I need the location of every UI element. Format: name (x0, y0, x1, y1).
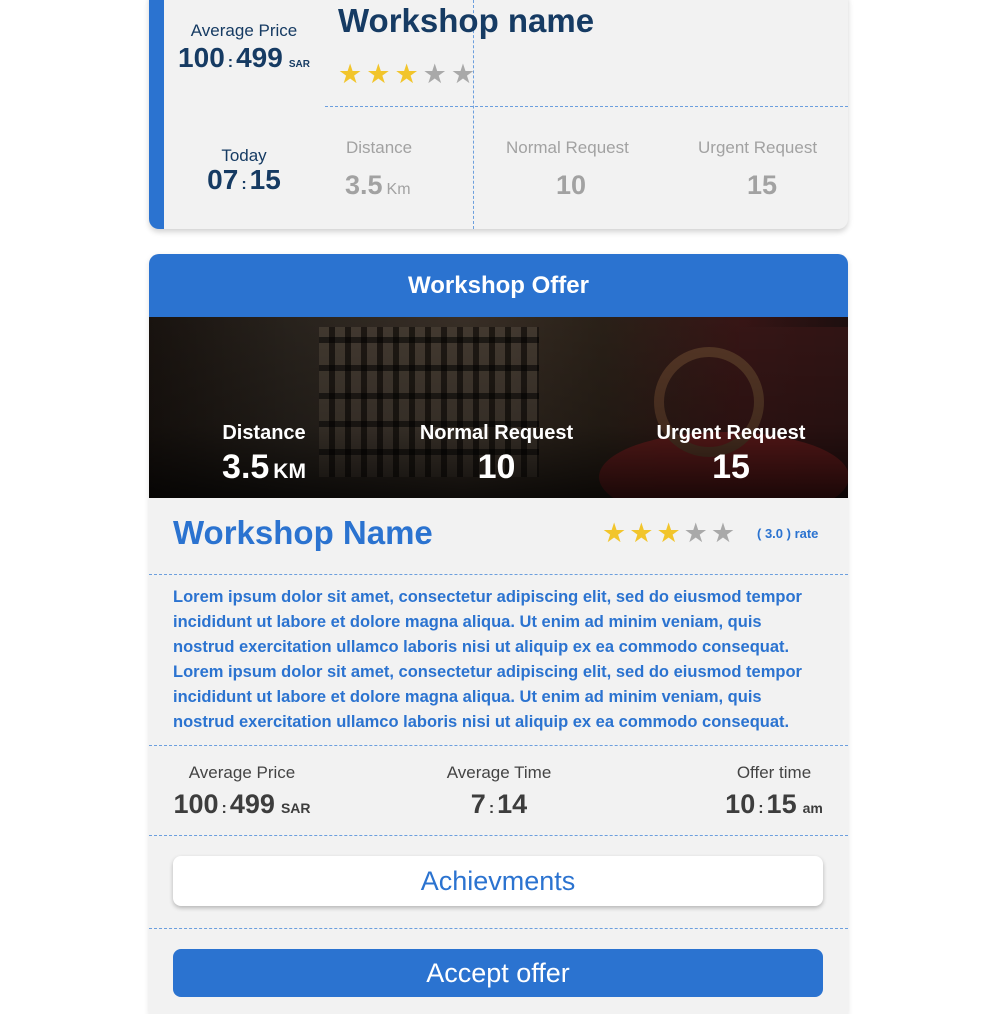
offer-rating-stars: ★ ★ ★ ★ ★ (602, 520, 735, 547)
star-icon: ★ (629, 518, 654, 548)
workshop-name: Workshop Name (173, 514, 433, 551)
star-icon: ★ (366, 59, 391, 89)
avg-time-value: 7:14 (470, 789, 528, 819)
normal-request-label: Normal Request (506, 138, 629, 157)
avg-price-label: Average Price (188, 763, 296, 782)
star-icon: ★ (394, 59, 419, 89)
hero-urgent-label: Urgent Request (656, 422, 806, 444)
price-min: 100 (178, 42, 225, 73)
hero-distance-value: 3.5 KM (222, 448, 306, 486)
workshop-description: Lorem ipsum dolor sit amet, consectetur … (173, 588, 802, 731)
workshop-hero-image: Distance 3.5 KM Normal Request 10 Urgent … (149, 317, 848, 498)
offer-time-metric: Offer time 10:15 am (709, 763, 839, 820)
star-icon: ★ (422, 59, 447, 89)
today-label: Today (221, 146, 267, 165)
distance-unit: Km (386, 181, 411, 198)
star-icon: ★ (710, 518, 736, 548)
accept-offer-button[interactable]: Accept offer (173, 949, 823, 997)
distance-value: 3.5 Km (345, 170, 411, 201)
hero-urgent-value: 15 (712, 448, 750, 486)
achievements-button[interactable]: Achievments (173, 856, 823, 906)
hero-distance: Distance 3.5 KM (189, 422, 339, 487)
hero-normal-label: Normal Request (419, 422, 574, 444)
average-price-value: 100:499 SAR (149, 42, 339, 74)
avg-time-metric: Average Time 7:14 (424, 763, 574, 820)
star-icon: ★ (656, 518, 681, 548)
avg-time-label: Average Time (446, 763, 552, 782)
time-minute: 15 (249, 164, 281, 195)
rate-text: ( 3.0 ) rate (757, 526, 819, 541)
hero-distance-label: Distance (222, 422, 306, 444)
avg-price-value: 100:499 SAR (173, 789, 311, 819)
star-icon: ★ (450, 59, 476, 89)
offer-time-value: 10:15 am (725, 789, 823, 819)
currency: SAR (288, 59, 310, 70)
price-max: 499 (236, 42, 283, 73)
achievements-row: Achievments (149, 836, 848, 928)
urgent-request-value: 15 (747, 170, 778, 200)
hero-normal-request: Normal Request 10 (404, 422, 589, 487)
top-rating-stars: ★ ★ ★ ★ ★ (338, 61, 475, 88)
urgent-request-label: Urgent Request (698, 138, 818, 157)
time-hour: 07 (207, 164, 239, 195)
average-price-label: Average Price (190, 21, 298, 40)
star-icon: ★ (683, 518, 708, 548)
hero-normal-value: 10 (477, 448, 516, 486)
hero-urgent-request: Urgent Request 15 (641, 422, 821, 487)
price-separator: : (227, 54, 234, 71)
star-icon: ★ (338, 59, 363, 89)
today-time: 07:15 (149, 164, 339, 196)
horizontal-divider (325, 106, 848, 107)
time-separator: : (241, 176, 247, 193)
normal-request-value: 10 (556, 170, 587, 200)
workshop-name-row: Workshop Name ★ ★ ★ ★ ★ ( 3.0 ) rate (149, 498, 848, 574)
offer-metrics-row: Average Price 100:499 SAR Average Time 7:… (149, 746, 848, 835)
workshop-offer-card: Workshop Offer Distance 3.5 KM Normal Req… (149, 254, 848, 1014)
workshop-title: Workshop name (338, 2, 595, 39)
avg-price-metric: Average Price 100:499 SAR (167, 763, 317, 820)
distance-label: Distance (346, 138, 413, 157)
offer-time-label: Offer time (736, 763, 812, 782)
accept-row: Accept offer (149, 929, 848, 1014)
star-icon: ★ (602, 518, 627, 548)
distance-number: 3.5 (345, 170, 383, 200)
offer-header: Workshop Offer (149, 254, 848, 317)
